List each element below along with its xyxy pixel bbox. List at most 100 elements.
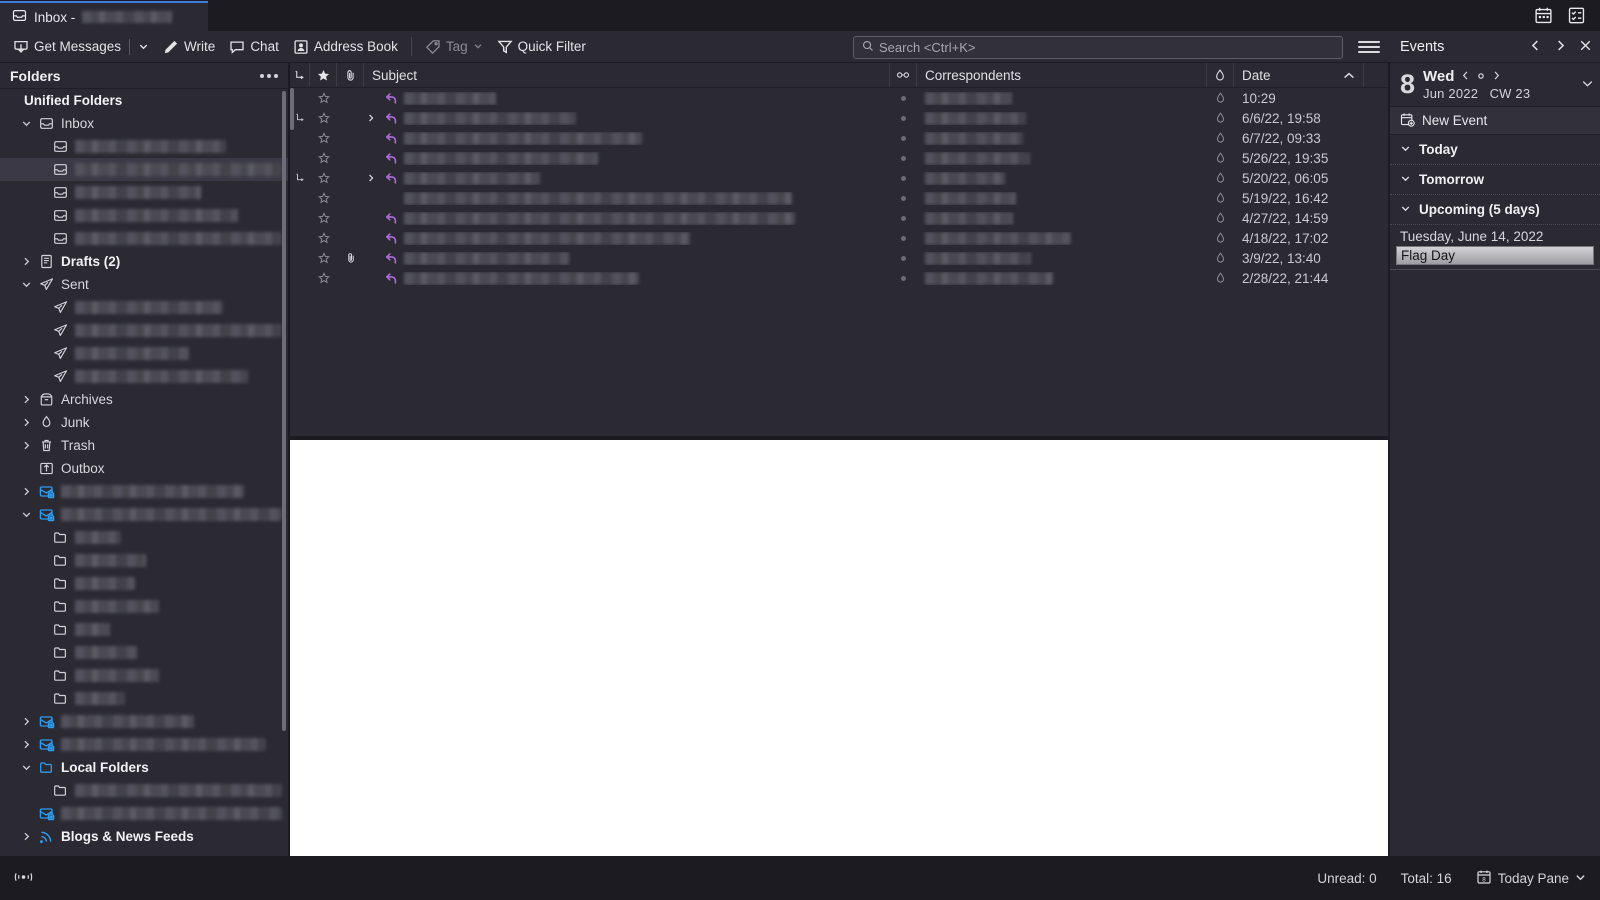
folder-item-redacted[interactable] <box>0 687 288 710</box>
read-status-icon[interactable] <box>890 115 917 121</box>
folder-item-junk[interactable]: Junk <box>0 411 288 434</box>
spam-icon[interactable] <box>1207 232 1234 244</box>
read-status-icon[interactable] <box>890 275 917 281</box>
mini-prev-icon[interactable] <box>1461 70 1470 84</box>
chevron-right-icon[interactable] <box>20 394 32 405</box>
message-row[interactable]: 5/20/22, 06:05 <box>290 168 1388 188</box>
chevron-right-icon[interactable] <box>20 440 32 451</box>
folder-item-redacted[interactable] <box>0 595 288 618</box>
read-status-icon[interactable] <box>890 135 917 141</box>
today-pane-toggle[interactable]: 8 Today Pane <box>1476 869 1586 888</box>
chevron-down-icon[interactable] <box>20 762 32 773</box>
folder-item-redacted[interactable] <box>0 365 288 388</box>
message-row[interactable]: 6/6/22, 19:58 <box>290 108 1388 128</box>
chevron-down-icon[interactable] <box>1400 142 1411 157</box>
chevron-right-icon[interactable] <box>20 716 32 727</box>
spam-icon[interactable] <box>1207 212 1234 224</box>
column-header-correspondents[interactable]: Correspondents <box>917 63 1207 87</box>
folder-list[interactable]: Unified Folders Inbox Drafts (2) Sent Archiv… <box>0 89 288 856</box>
column-header-attachment[interactable] <box>337 63 364 87</box>
message-list-scrollbar[interactable] <box>290 88 294 130</box>
folder-item-redacted[interactable] <box>0 618 288 641</box>
star-icon[interactable] <box>310 132 337 144</box>
folder-item-blogs-news-feeds[interactable]: Blogs & News Feeds <box>0 825 288 848</box>
folder-item-redacted[interactable] <box>0 526 288 549</box>
read-status-icon[interactable] <box>890 255 917 261</box>
folder-item-redacted[interactable] <box>0 319 288 342</box>
folder-item-redacted[interactable] <box>0 641 288 664</box>
folder-item-redacted[interactable] <box>0 503 288 526</box>
folder-item-redacted[interactable] <box>0 227 288 250</box>
spam-icon[interactable] <box>1207 272 1234 284</box>
chevron-down-icon[interactable] <box>20 118 32 129</box>
folder-pane-options-button[interactable] <box>260 73 278 78</box>
folder-item-redacted[interactable] <box>0 549 288 572</box>
column-header-thread[interactable] <box>290 63 310 87</box>
chat-button[interactable]: Chat <box>222 34 286 60</box>
chevron-down-icon[interactable] <box>1400 202 1411 217</box>
chevron-right-icon[interactable] <box>364 113 378 123</box>
calendar-icon[interactable] <box>1534 6 1553 25</box>
folder-pane-scrollbar[interactable] <box>282 91 286 731</box>
column-header-unread[interactable] <box>890 63 917 87</box>
chevron-right-icon[interactable] <box>20 486 32 497</box>
get-messages-button[interactable]: Get Messages <box>6 34 128 60</box>
star-icon[interactable] <box>310 212 337 224</box>
star-icon[interactable] <box>310 252 337 264</box>
star-icon[interactable] <box>310 192 337 204</box>
folder-item-redacted[interactable] <box>0 181 288 204</box>
message-row[interactable]: 4/18/22, 17:02 <box>290 228 1388 248</box>
message-row[interactable]: 6/7/22, 09:33 <box>290 128 1388 148</box>
folder-item-unified-folders[interactable]: Unified Folders <box>0 89 288 112</box>
write-button[interactable]: Write <box>156 34 222 60</box>
get-messages-dropdown[interactable] <box>131 34 156 60</box>
column-header-date[interactable]: Date <box>1234 63 1364 87</box>
app-menu-button[interactable] <box>1358 36 1380 58</box>
chevron-down-icon[interactable] <box>20 279 32 290</box>
spam-icon[interactable] <box>1207 192 1234 204</box>
folder-item-sent[interactable]: Sent <box>0 273 288 296</box>
new-event-button[interactable]: New Event <box>1390 107 1600 135</box>
read-status-icon[interactable] <box>890 215 917 221</box>
star-icon[interactable] <box>310 112 337 124</box>
chevron-right-icon[interactable] <box>364 173 378 183</box>
folder-item-redacted[interactable] <box>0 664 288 687</box>
folder-item-trash[interactable]: Trash <box>0 434 288 457</box>
folder-item-redacted[interactable] <box>0 710 288 733</box>
folder-item-redacted[interactable] <box>0 342 288 365</box>
folder-item-redacted[interactable] <box>0 802 288 825</box>
spam-icon[interactable] <box>1207 112 1234 124</box>
message-row[interactable]: 4/27/22, 14:59 <box>290 208 1388 228</box>
read-status-icon[interactable] <box>890 195 917 201</box>
message-rows[interactable]: 10:29 6/6/22, 19:58 6/7/22, 09:33 5/26/22, … <box>290 88 1388 288</box>
quick-filter-button[interactable]: Quick Filter <box>490 34 593 60</box>
folder-item-redacted[interactable] <box>0 296 288 319</box>
chevron-right-icon[interactable] <box>20 256 32 267</box>
folder-item-redacted[interactable] <box>0 779 288 802</box>
today-pane-event[interactable]: Flag Day <box>1396 246 1594 265</box>
previous-icon[interactable] <box>1529 39 1542 55</box>
folder-item-redacted[interactable] <box>0 204 288 227</box>
star-icon[interactable] <box>310 152 337 164</box>
chevron-down-icon[interactable] <box>20 509 32 520</box>
chevron-right-icon[interactable] <box>20 739 32 750</box>
star-icon[interactable] <box>310 272 337 284</box>
message-row[interactable]: 3/9/22, 13:40 <box>290 248 1388 268</box>
chevron-right-icon[interactable] <box>20 417 32 428</box>
today-pane-section-upcoming-5-days[interactable]: Upcoming (5 days) <box>1390 195 1600 225</box>
message-row[interactable]: 2/28/22, 21:44 <box>290 268 1388 288</box>
tasks-icon[interactable] <box>1567 6 1586 25</box>
tab-inbox[interactable]: Inbox - <box>0 1 208 31</box>
folder-item-redacted[interactable] <box>0 733 288 756</box>
mini-next-icon[interactable] <box>1492 70 1501 84</box>
message-row[interactable]: 5/19/22, 16:42 <box>290 188 1388 208</box>
folder-item-local-folders[interactable]: Local Folders <box>0 756 288 779</box>
folder-item-inbox[interactable]: Inbox <box>0 112 288 135</box>
read-status-icon[interactable] <box>890 95 917 101</box>
folder-item-redacted[interactable] <box>0 572 288 595</box>
folder-item-redacted[interactable] <box>0 480 288 503</box>
folder-item-outbox[interactable]: Outbox <box>0 457 288 480</box>
column-header-spam[interactable] <box>1207 63 1234 87</box>
today-dot-icon[interactable] <box>1476 70 1486 84</box>
star-icon[interactable] <box>310 92 337 104</box>
